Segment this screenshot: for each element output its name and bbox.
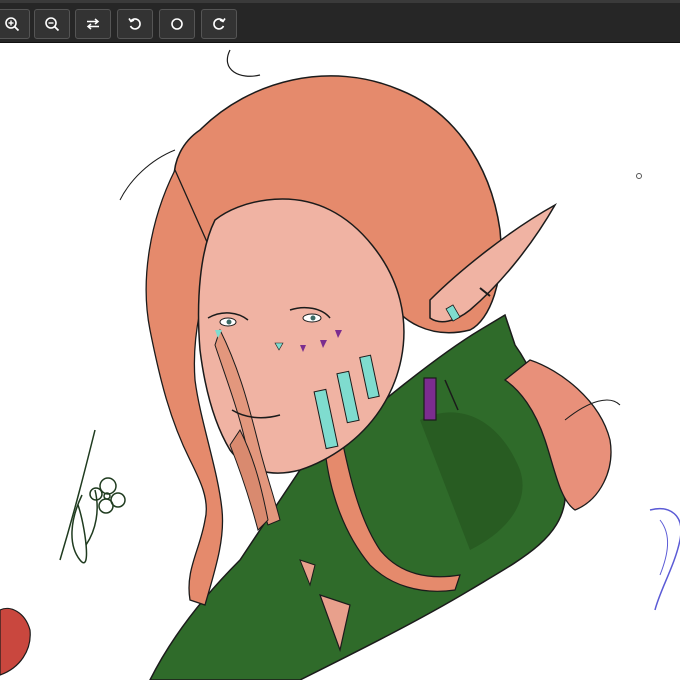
- zoom-out-icon: [45, 17, 60, 32]
- zoom-in-icon: [5, 17, 20, 32]
- rotate-right-button[interactable]: [201, 9, 237, 39]
- rotate-left-button[interactable]: [117, 9, 153, 39]
- circle-icon: [171, 18, 183, 30]
- red-sketch: [0, 607, 31, 676]
- zoom-in-button[interactable]: [0, 9, 30, 39]
- rotate-left-icon: [128, 18, 141, 30]
- image-canvas[interactable]: [0, 43, 680, 680]
- reset-button[interactable]: [159, 9, 195, 39]
- swap-horizontal-icon: [86, 18, 100, 30]
- signature-mark: [59, 429, 126, 564]
- zoom-out-button[interactable]: [34, 9, 70, 39]
- swap-button[interactable]: [75, 9, 111, 39]
- rotate-right-icon: [213, 18, 226, 30]
- character-illustration: [0, 49, 680, 680]
- image-viewer-toolbar: [0, 0, 680, 43]
